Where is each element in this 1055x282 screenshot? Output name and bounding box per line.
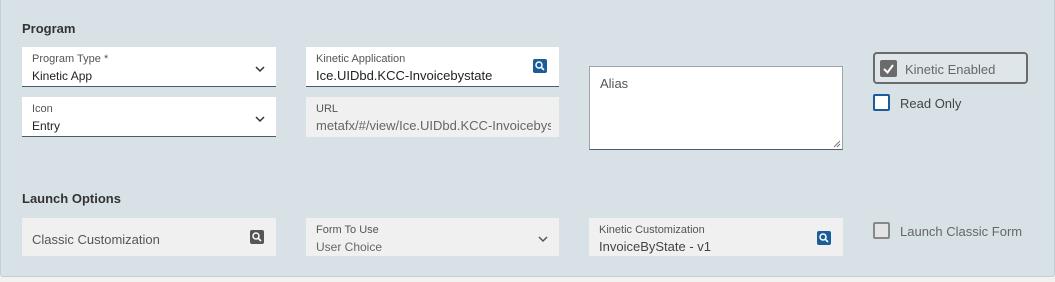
url-value: metafx/#/view/Ice.UIDbd.KCC-Invoicebysta…: [316, 118, 551, 133]
launch-classic-form-checkbox[interactable]: Launch Classic Form: [873, 222, 1033, 242]
icon-dropdown[interactable]: Icon Entry: [22, 97, 276, 137]
search-icon[interactable]: [817, 231, 831, 245]
url-label: URL: [316, 103, 339, 115]
launch-classic-form-label: Launch Classic Form: [900, 224, 1023, 239]
search-icon[interactable]: [533, 59, 547, 73]
kinetic-customization-label: Kinetic Customization: [599, 224, 705, 236]
alias-textarea[interactable]: Alias: [589, 66, 843, 150]
classic-customization-label: Classic Customization: [32, 232, 160, 247]
chevron-down-icon: [538, 236, 548, 243]
alias-label: Alias: [600, 76, 629, 91]
checkbox-unchecked-icon: [873, 222, 890, 239]
read-only-label: Read Only: [900, 96, 962, 111]
url-field: URL metafx/#/view/Ice.UIDbd.KCC-Invoiceb…: [306, 97, 559, 137]
form-to-use-label: Form To Use: [316, 224, 379, 236]
form-to-use-value: User Choice: [316, 240, 383, 254]
chevron-down-icon: [255, 116, 265, 123]
program-type-label: Program Type *: [32, 53, 109, 65]
program-type-value: Kinetic App: [32, 69, 93, 83]
kinetic-customization-field[interactable]: Kinetic Customization InvoiceByState - v…: [589, 218, 843, 256]
form-to-use-dropdown[interactable]: Form To Use User Choice: [306, 218, 559, 256]
kinetic-application-value: Ice.UIDbd.KCC-Invoicebystate: [316, 68, 493, 83]
checkbox-checked-icon: [880, 60, 897, 77]
checkbox-unchecked-icon: [873, 94, 890, 111]
program-type-dropdown[interactable]: Program Type * Kinetic App: [22, 47, 276, 87]
program-section-title: Program: [22, 21, 76, 36]
kinetic-customization-value: InvoiceByState - v1: [599, 239, 711, 254]
chevron-down-icon: [255, 66, 265, 73]
footer-strip: [0, 277, 1055, 282]
classic-customization-field[interactable]: Classic Customization: [22, 218, 276, 256]
icon-label: Icon: [32, 103, 53, 115]
program-panel: Program Program Type * Kinetic App Icon …: [0, 0, 1055, 277]
search-icon[interactable]: [250, 230, 264, 244]
kinetic-enabled-checkbox[interactable]: Kinetic Enabled: [873, 52, 1028, 84]
resize-handle-icon[interactable]: [833, 140, 841, 148]
kinetic-enabled-label: Kinetic Enabled: [905, 62, 996, 77]
launch-options-section-title: Launch Options: [22, 191, 121, 206]
kinetic-application-label: Kinetic Application: [316, 53, 406, 65]
icon-value: Entry: [32, 119, 61, 133]
kinetic-application-field[interactable]: Kinetic Application Ice.UIDbd.KCC-Invoic…: [306, 47, 559, 87]
read-only-checkbox[interactable]: Read Only: [873, 94, 993, 114]
